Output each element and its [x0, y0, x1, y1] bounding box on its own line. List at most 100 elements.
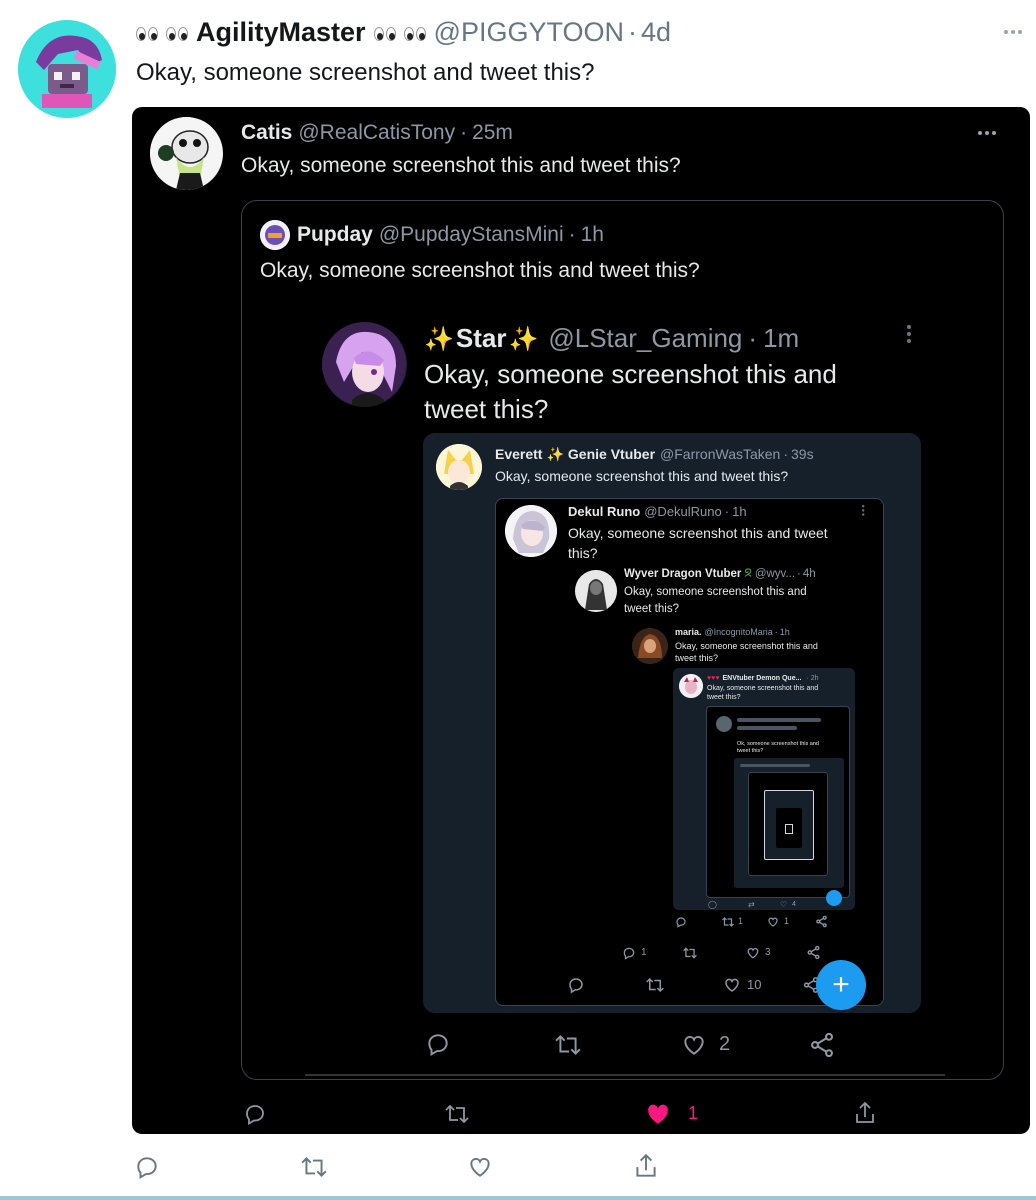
reply-icon[interactable] [567, 976, 585, 994]
envtuber-header: ♥♥♥ ENVtuber Demon Que... · 2h [707, 674, 819, 683]
retweet-icon[interactable] [682, 946, 698, 960]
like-icon[interactable]: ♡ [780, 900, 787, 909]
like-icon[interactable] [467, 1154, 493, 1180]
star-display-name[interactable]: Star [456, 322, 507, 354]
star-more-icon[interactable] [907, 325, 911, 343]
reply-icon[interactable] [675, 916, 687, 928]
pupday-handle[interactable]: @PupdayStansMini [379, 222, 564, 248]
everett-handle[interactable]: @FarronWasTaken [660, 445, 780, 463]
catis-avatar-art [150, 117, 222, 190]
envtuber-timestamp[interactable]: 2h [811, 674, 819, 683]
retweet-icon[interactable] [553, 1032, 583, 1058]
reply-icon[interactable] [243, 1102, 267, 1126]
catis-avatar[interactable] [150, 117, 223, 190]
catis-timestamp[interactable]: 25m [472, 120, 513, 146]
deep-text-line: tweet this? [737, 748, 764, 754]
dekul-more-icon[interactable] [862, 505, 865, 516]
maria-text-line: Okay, someone screenshot this and [675, 641, 818, 651]
wyver-text-line: Okay, someone screenshot this and [624, 586, 807, 598]
maria-avatar-art [632, 628, 668, 664]
pupday-avatar[interactable] [260, 220, 290, 250]
dekul-timestamp[interactable]: 1h [732, 503, 746, 520]
like-icon[interactable] [723, 976, 741, 994]
catis-tweet-text: Okay, someone screenshot this and tweet … [241, 154, 681, 177]
compose-tweet-button[interactable]: + [816, 960, 866, 1010]
liked-heart-icon[interactable] [645, 1101, 671, 1127]
everett-display-name-suffix[interactable]: Genie Vtuber [568, 445, 655, 463]
wyver-retweet-count: 1 [738, 916, 744, 926]
wyver-text-line: tweet this? [624, 603, 679, 615]
retweet-icon[interactable] [443, 1102, 471, 1126]
deepest-core-mark [785, 824, 793, 834]
eyes-emoji-icon [403, 27, 426, 41]
star-text-line: tweet this? [424, 394, 549, 424]
reply-icon[interactable] [134, 1154, 160, 1180]
outer-timestamp[interactable]: 4d [641, 16, 671, 48]
like-icon[interactable] [767, 916, 779, 928]
reply-icon[interactable] [622, 946, 636, 960]
deep-header-placeholder [737, 718, 821, 722]
share-network-icon[interactable] [808, 1031, 836, 1059]
pupday-card-divider [305, 1074, 945, 1076]
envtuber-avatar[interactable] [679, 674, 703, 698]
everett-tweet-text: Okay, someone screenshot this and tweet … [495, 468, 789, 484]
separator-dot: · [568, 223, 576, 246]
everett-header: Everett ✨ Genie Vtuber @FarronWasTaken ·… [495, 445, 814, 463]
share-network-icon[interactable] [815, 915, 828, 928]
agility-avatar-art [18, 20, 116, 118]
catis-handle[interactable]: @RealCatisTony [298, 120, 455, 146]
star-avatar[interactable] [322, 322, 407, 407]
outer-more-icon[interactable] [1004, 30, 1022, 34]
wyver-like-count: 1 [784, 916, 790, 926]
everett-avatar[interactable] [436, 444, 482, 490]
star-handle[interactable]: @LStar_Gaming [548, 322, 742, 354]
envtuber-text-line: tweet this? [707, 694, 741, 701]
outer-tweet-header: AgilityMaster @PIGGYTOON · 4d [136, 16, 671, 48]
wyver-timestamp[interactable]: 4h [803, 567, 816, 582]
maria-timestamp[interactable]: 1h [780, 626, 790, 638]
wyver-handle[interactable]: @wyv... [755, 567, 795, 582]
retweet-icon[interactable] [300, 1154, 328, 1180]
reply-icon[interactable]: ◯ [708, 900, 717, 909]
deep-compose-button[interactable] [826, 890, 842, 906]
retweet-icon[interactable] [645, 976, 665, 994]
outer-display-name[interactable]: AgilityMaster [196, 16, 366, 48]
wyver-display-name[interactable]: Wyver Dragon Vtuber [624, 567, 741, 582]
deep-text-placeholder [737, 726, 797, 730]
wyver-avatar[interactable] [575, 570, 617, 612]
dekul-handle[interactable]: @DekulRuno [644, 503, 722, 520]
pupday-display-name[interactable]: Pupday [297, 222, 373, 248]
star-text-line: Okay, someone screenshot this and [424, 359, 837, 389]
envtuber-display-name[interactable]: ENVtuber Demon Que... [722, 674, 801, 683]
like-icon[interactable] [681, 1032, 707, 1058]
share-icon[interactable] [852, 1100, 878, 1126]
catis-display-name[interactable]: Catis [241, 120, 292, 146]
everett-timestamp[interactable]: 39s [791, 445, 814, 463]
dekul-display-name[interactable]: Dekul Runo [568, 503, 640, 520]
deeper-text-placeholder [740, 764, 810, 767]
retweet-icon[interactable]: ⇄ [748, 900, 755, 909]
maria-handle[interactable]: @IncognitoMaria [705, 626, 773, 638]
dragon-emoji-icon: ᘝ [744, 568, 752, 580]
maria-text-line: tweet this? [675, 653, 719, 663]
wyver-avatar-art [575, 570, 617, 612]
catis-like-count: 1 [688, 1103, 699, 1123]
retweet-icon[interactable] [721, 916, 735, 928]
wyver-tweet-text: Okay, someone screenshot this and tweet … [624, 584, 807, 618]
maria-avatar[interactable] [632, 628, 668, 664]
sparkles-icon: ✨ [424, 326, 454, 353]
like-icon[interactable] [746, 946, 760, 960]
dekul-header: Dekul Runo @DekulRuno · 1h [568, 503, 747, 520]
reply-icon[interactable] [425, 1031, 451, 1057]
maria-display-name[interactable]: maria. [675, 626, 702, 638]
share-network-icon[interactable] [806, 945, 821, 960]
catis-more-icon[interactable] [978, 131, 996, 135]
pupday-timestamp[interactable]: 1h [581, 222, 604, 248]
outer-handle[interactable]: @PIGGYTOON [434, 16, 624, 48]
everett-display-name[interactable]: Everett [495, 445, 542, 463]
deep-avatar[interactable] [716, 716, 732, 732]
dekul-avatar[interactable] [505, 505, 557, 557]
outer-avatar[interactable] [18, 20, 116, 118]
share-icon[interactable] [633, 1152, 659, 1180]
star-timestamp[interactable]: 1m [763, 322, 799, 354]
